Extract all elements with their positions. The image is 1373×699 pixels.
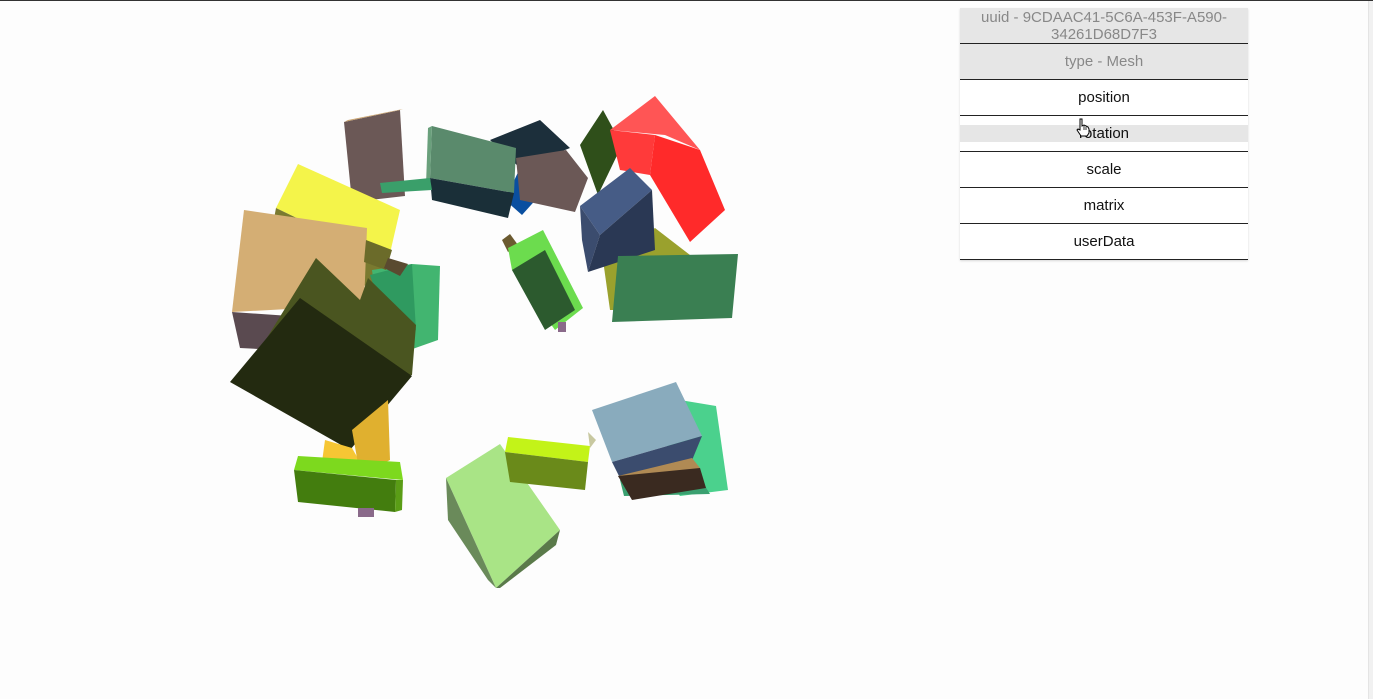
3d-scene-canvas[interactable] [0,0,950,699]
property-rotation-button[interactable]: rotation [960,116,1248,152]
window-right-edge [1368,1,1373,699]
uuid-header: uuid - 9CDAAC41-5C6A-453F-A590-34261D68D… [960,8,1248,44]
property-userdata-button[interactable]: userData [960,224,1248,260]
cube-green-right [612,254,738,322]
property-position-button[interactable]: position [960,80,1248,116]
property-matrix-button[interactable]: matrix [960,188,1248,224]
hand-pointer-icon [1076,118,1090,137]
object-inspector-panel: uuid - 9CDAAC41-5C6A-453F-A590-34261D68D… [960,8,1248,260]
cube-bright-green-lower [294,456,403,517]
cube-chartreuse [505,437,590,490]
property-scale-button[interactable]: scale [960,152,1248,188]
cube-lime-center [502,230,583,332]
property-rotation-label: rotation [960,125,1248,142]
type-header: type - Mesh [960,44,1248,80]
